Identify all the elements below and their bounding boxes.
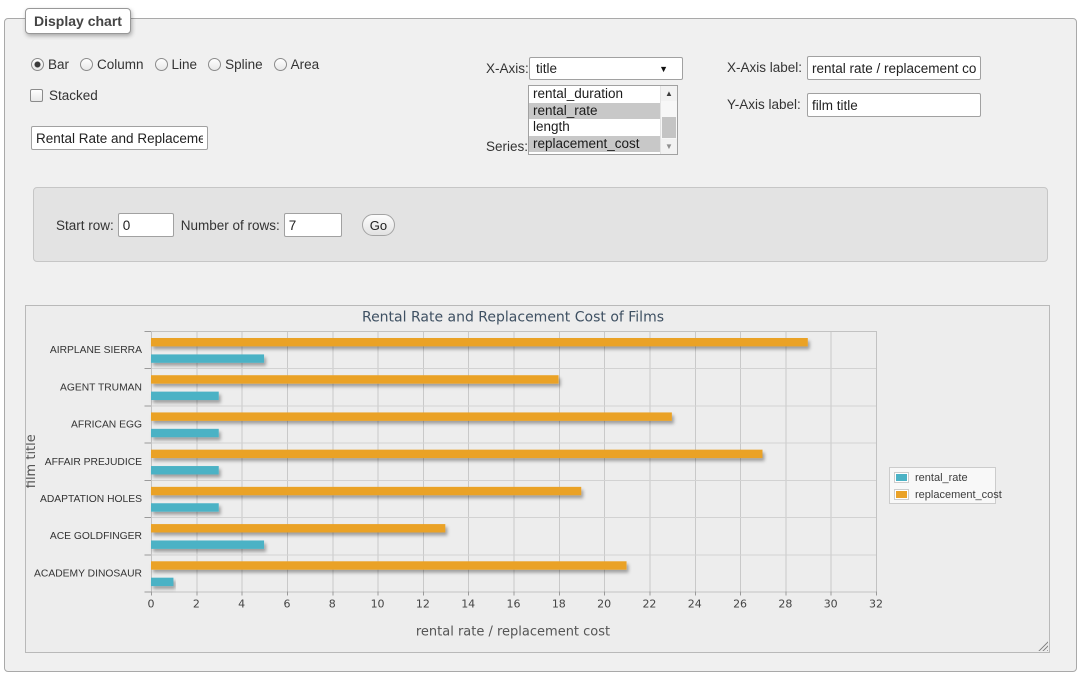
x-tick-label: 30 [824, 598, 838, 611]
bar-replacement_cost-0 [151, 338, 808, 346]
series-option-rental_duration[interactable]: rental_duration [529, 86, 660, 103]
bar-replacement_cost-1 [151, 375, 559, 383]
start-row-label: Start row: [56, 218, 114, 233]
display-chart-fieldset: Display chart BarColumnLineSplineArea St… [4, 18, 1077, 672]
chart-type-label-area: Area [291, 57, 320, 72]
series-label: Series: [486, 139, 528, 154]
series-options: rental_durationrental_ratelengthreplacem… [529, 86, 660, 154]
scrollbar-down-icon[interactable]: ▼ [661, 139, 677, 154]
bar-replacement_cost-2 [151, 412, 672, 420]
go-button[interactable]: Go [362, 214, 395, 236]
chart-type-radio-spline[interactable] [208, 58, 221, 71]
chart-type-radio-column[interactable] [80, 58, 93, 71]
legend-label-rental_rate: rental_rate [915, 472, 968, 484]
series-option-replacement_cost[interactable]: replacement_cost [529, 136, 660, 153]
x-tick-label: 4 [238, 598, 245, 611]
rows-panel-inner: Start row: Number of rows: Go [56, 212, 395, 238]
x-tick-label: 18 [552, 598, 566, 611]
chart-type-radio-line[interactable] [155, 58, 168, 71]
stacked-label: Stacked [49, 88, 98, 103]
x-axis-label-label: X-Axis label: [727, 60, 802, 75]
chart-legend: rental_rate replacement_cost [889, 467, 996, 504]
category-label: ADAPTATION HOLES [40, 494, 142, 505]
x-tick-label: 16 [507, 598, 521, 611]
stacked-checkbox[interactable] [30, 89, 43, 102]
category-label: ACADEMY DINOSAUR [34, 568, 142, 579]
category-label: AIRPLANE SIERRA [50, 345, 142, 356]
legend-row-replacement_cost: replacement_cost [894, 486, 991, 503]
bar-replacement_cost-5 [151, 524, 445, 532]
num-rows-input[interactable] [284, 213, 342, 237]
x-tick-label: 22 [642, 598, 656, 611]
x-axis-label: X-Axis: [486, 61, 529, 76]
x-tick-label: 24 [688, 598, 702, 611]
chart-type-radio-area[interactable] [274, 58, 287, 71]
x-tick-label: 14 [461, 598, 475, 611]
series-option-length[interactable]: length [529, 119, 660, 136]
chart-container: Rental Rate and Replacement Cost of Film… [25, 305, 1050, 653]
x-tick-label: 0 [148, 598, 155, 611]
legend-swatch-replacement_cost [894, 489, 909, 500]
series-listbox[interactable]: rental_durationrental_ratelengthreplacem… [528, 85, 678, 155]
chart-title: Rental Rate and Replacement Cost of Film… [362, 310, 664, 326]
bar-replacement_cost-3 [151, 450, 762, 458]
chart-title-input[interactable] [31, 126, 208, 150]
category-label: AGENT TRUMAN [60, 382, 142, 393]
chart-type-label-spline: Spline [225, 57, 263, 72]
x-axis-title: rental rate / replacement cost [416, 625, 610, 640]
legend-swatch-rental_rate [894, 472, 909, 483]
y-axis-title: film title [26, 434, 39, 488]
start-row-input[interactable] [118, 213, 174, 237]
category-label: ACE GOLDFINGER [50, 531, 142, 542]
dropdown-arrow-icon: ▼ [659, 64, 668, 74]
chart-type-label-line: Line [172, 57, 198, 72]
y-axis-label-label: Y-Axis label: [727, 97, 801, 112]
x-tick-label: 20 [597, 598, 611, 611]
x-axis-select-value: title [536, 61, 659, 76]
listbox-scrollbar[interactable]: ▲ ▼ [660, 86, 677, 154]
bar-rental_rate-4 [151, 503, 219, 511]
chart-type-label-column: Column [97, 57, 144, 72]
x-tick-label: 32 [869, 598, 883, 611]
legend-label-replacement_cost: replacement_cost [915, 489, 1002, 501]
fieldset-legend: Display chart [25, 8, 131, 34]
bar-replacement_cost-4 [151, 487, 581, 495]
category-label: AFFAIR PREJUDICE [45, 457, 142, 468]
series-option-rental_rate[interactable]: rental_rate [529, 103, 660, 120]
bar-rental_rate-0 [151, 354, 264, 362]
x-tick-label: 28 [778, 598, 792, 611]
x-axis-select[interactable]: title ▼ [529, 57, 683, 80]
x-tick-label: 12 [416, 598, 430, 611]
rows-panel: Start row: Number of rows: Go [33, 187, 1048, 262]
scrollbar-up-icon[interactable]: ▲ [661, 86, 677, 101]
chart-type-label-bar: Bar [48, 57, 69, 72]
chart-type-radio-bar[interactable] [31, 58, 44, 71]
x-tick-label: 26 [733, 598, 747, 611]
y-axis-label-input[interactable] [807, 93, 981, 117]
category-label: AFRICAN EGG [71, 420, 142, 431]
bar-replacement_cost-6 [151, 561, 627, 569]
x-tick-label: 2 [193, 598, 200, 611]
legend-row-rental_rate: rental_rate [894, 469, 991, 486]
bar-rental_rate-6 [151, 578, 173, 586]
bar-rental_rate-2 [151, 429, 219, 437]
bar-rental_rate-5 [151, 540, 264, 548]
x-tick-label: 8 [329, 598, 336, 611]
scrollbar-thumb[interactable] [662, 117, 676, 138]
bar-rental_rate-3 [151, 466, 219, 474]
x-tick-label: 10 [371, 598, 385, 611]
chart-type-radio-group: Bar Column Line Spline Area [31, 56, 330, 72]
num-rows-label: Number of rows: [181, 218, 280, 233]
stacked-row: Stacked [30, 87, 98, 103]
x-tick-label: 6 [283, 598, 290, 611]
bar-rental_rate-1 [151, 392, 219, 400]
x-axis-label-input[interactable] [807, 56, 981, 80]
